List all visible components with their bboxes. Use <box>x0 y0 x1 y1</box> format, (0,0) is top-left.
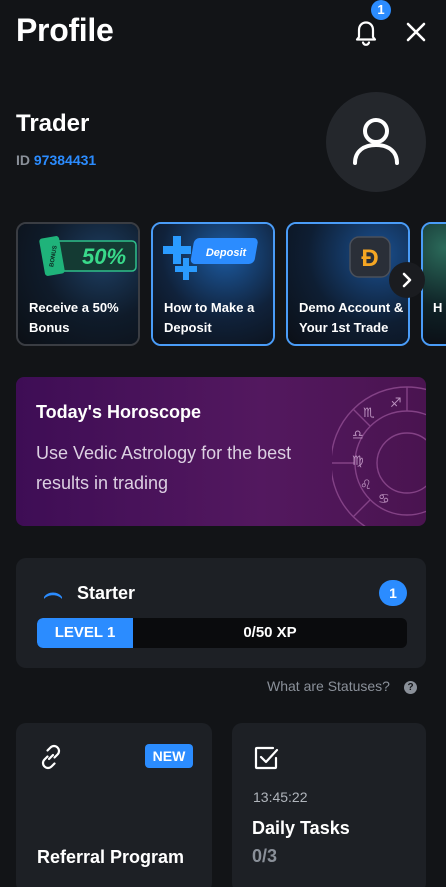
story-label: Receive a 50% Bonus <box>29 300 119 335</box>
svg-text:♐: ♐ <box>390 396 402 411</box>
starter-rank-icon <box>44 592 62 599</box>
story-bonus[interactable]: BONUS 50% Receive a 50% Bonus <box>16 222 140 346</box>
story-partial[interactable]: H W <box>421 222 446 346</box>
bonus-ticket-icon: BONUS 50% <box>39 236 137 276</box>
daily-tasks-timer: 13:45:22 <box>253 789 308 805</box>
xp-progress-bar: LEVEL 1 0/50 XP <box>37 618 407 648</box>
notification-count-badge: 1 <box>371 0 391 20</box>
bonus-50-text: 50% <box>82 244 126 269</box>
level-label: LEVEL 1 <box>54 624 116 641</box>
horoscope-subtitle: Use Vedic Astrology for the best results… <box>36 443 292 493</box>
user-name: Trader <box>16 110 90 137</box>
status-name: Starter <box>77 583 136 603</box>
header: Profile 1 <box>0 0 446 70</box>
user-id-label: ID <box>16 152 30 168</box>
svg-text:♍: ♍ <box>352 454 364 469</box>
referral-program-label: Referral Program <box>37 847 185 867</box>
close-icon[interactable] <box>402 18 430 46</box>
horoscope-title: Today's Horoscope <box>36 402 201 422</box>
user-silhouette-icon <box>353 118 399 165</box>
chevron-right-icon <box>402 272 412 288</box>
stories-carousel: BONUS 50% Receive a 50% Bonus Deposit Ho… <box>0 222 446 348</box>
svg-text:♏: ♏ <box>363 406 375 421</box>
notifications-bell-icon[interactable] <box>350 16 382 48</box>
svg-text:♌: ♌ <box>360 478 372 493</box>
horoscope-banner[interactable]: Today's Horoscope Use Vedic Astrology fo… <box>16 377 426 526</box>
avatar[interactable] <box>326 92 426 192</box>
svg-text:♎: ♎ <box>352 428 364 443</box>
story-label: How to Make a Deposit <box>164 300 255 335</box>
zodiac-wheel-icon: ♐ ♏ ♎ ♍ ♌ ♋ <box>332 386 426 526</box>
story-label: H W <box>433 300 446 315</box>
what-are-statuses-link[interactable]: What are Statuses? <box>267 678 390 694</box>
deposit-plus-icon: Deposit <box>163 236 258 280</box>
story-deposit[interactable]: Deposit How to Make a Deposit <box>151 222 275 346</box>
daily-tasks-card[interactable]: 13:45:22 Daily Tasks 0/3 <box>232 723 426 887</box>
checkbox-icon <box>254 746 279 770</box>
user-id-value[interactable]: 97384431 <box>34 152 96 168</box>
daily-tasks-count: 0/3 <box>252 846 278 866</box>
carousel-next-button[interactable] <box>389 262 425 298</box>
status-card[interactable]: Starter 1 LEVEL 1 0/50 XP <box>16 558 426 668</box>
deposit-art-text: Deposit <box>206 247 248 259</box>
referral-program-card[interactable]: NEW Referral Program <box>16 723 212 887</box>
new-badge: NEW <box>145 744 193 768</box>
status-badge: 1 <box>379 580 407 606</box>
xp-text: 0/50 XP <box>243 624 297 641</box>
page-title: Profile <box>16 12 114 48</box>
demo-coin-text: Đ <box>361 245 378 272</box>
svg-text:♋: ♋ <box>378 492 390 507</box>
story-label: Demo Account & Your 1st Trade <box>299 300 404 335</box>
daily-tasks-title: Daily Tasks <box>252 818 350 838</box>
link-icon <box>41 744 61 770</box>
user-id: ID 97384431 <box>16 152 96 168</box>
help-icon[interactable]: ? <box>404 681 417 694</box>
